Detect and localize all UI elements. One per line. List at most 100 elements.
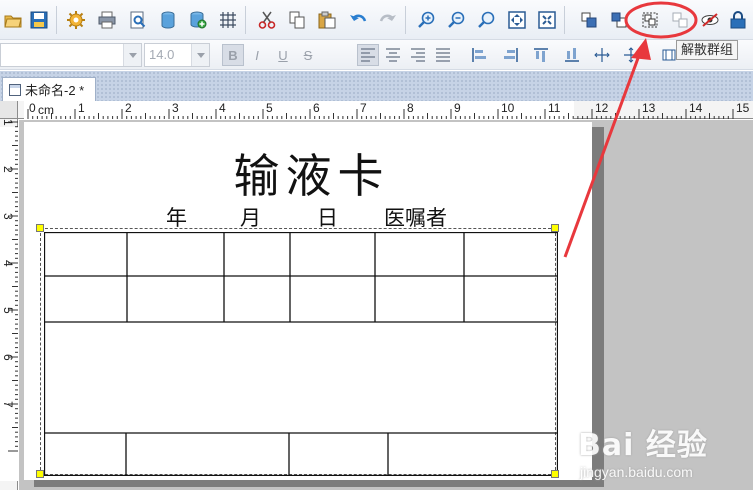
- distribute-horizontal-button[interactable]: [591, 44, 613, 66]
- form-table[interactable]: [44, 232, 558, 476]
- bring-front-icon[interactable]: [578, 9, 600, 31]
- main-toolbar: [0, 0, 753, 40]
- ruler-unit-label: cm: [38, 103, 54, 117]
- lock-icon[interactable]: [727, 9, 749, 31]
- align-objects-bottom-button[interactable]: [561, 44, 583, 66]
- align-objects-right-button[interactable]: [500, 44, 522, 66]
- same-size-icon: [662, 49, 676, 61]
- ruler-label: 2: [1, 166, 15, 173]
- italic-button[interactable]: I: [246, 44, 268, 66]
- align-center-icon: [386, 48, 400, 62]
- ruler-label: 7: [360, 101, 367, 115]
- align-right-icon: [411, 48, 425, 62]
- watermark-brand: Bai 经验: [578, 428, 708, 463]
- align-left-button[interactable]: [357, 44, 379, 66]
- distribute-horizontal-icon: [594, 48, 610, 62]
- zoom-in-icon[interactable]: [416, 9, 438, 31]
- ruler-label: 7: [1, 401, 15, 408]
- vertical-ruler: 1 2 3 4 5 6 7: [0, 119, 18, 490]
- send-back-icon[interactable]: [608, 9, 630, 31]
- copy-icon[interactable]: [286, 9, 308, 31]
- vertical-ruler-ticks: 1 2 3 4 5 6 7: [1, 119, 18, 452]
- ruler-label: 8: [407, 101, 414, 115]
- ruler-label: 12: [595, 101, 609, 115]
- ruler-label: 14: [689, 101, 703, 115]
- resize-handle-top-left[interactable]: [36, 224, 44, 232]
- resize-handle-bottom-right[interactable]: [551, 470, 559, 478]
- cut-icon[interactable]: [256, 9, 278, 31]
- align-objects-left-button[interactable]: [468, 44, 490, 66]
- database-icon[interactable]: [157, 9, 179, 31]
- paste-icon[interactable]: [316, 9, 338, 31]
- ruler-label: 9: [454, 101, 461, 115]
- chevron-down-icon[interactable]: [123, 44, 141, 66]
- print-icon[interactable]: [96, 9, 118, 31]
- ruler-label: 3: [172, 101, 179, 115]
- settings-icon[interactable]: [65, 9, 87, 31]
- redo-icon[interactable]: [377, 9, 399, 31]
- label-page[interactable]: 输液卡 年 月 日 医嘱者: [24, 122, 592, 480]
- ruler-label: 5: [1, 307, 15, 314]
- align-objects-right-icon: [504, 48, 518, 62]
- watermark-site: jingyan.baidu.com: [580, 464, 693, 480]
- horizontal-ruler-ticks: 1 2 3 4 5 6 7 8 9 10 11 12 13 14 150: [27, 101, 750, 119]
- resize-handle-top-right[interactable]: [551, 224, 559, 232]
- align-right-button[interactable]: [407, 44, 429, 66]
- align-justify-icon: [436, 48, 450, 62]
- fit-page-icon[interactable]: [506, 9, 528, 31]
- hide-icon[interactable]: [699, 9, 721, 31]
- distribute-vertical-icon: [624, 47, 638, 63]
- font-size-value: 14.0: [149, 47, 175, 62]
- ruler-label: 6: [313, 101, 320, 115]
- fit-width-icon[interactable]: [536, 9, 558, 31]
- chevron-down-icon[interactable]: [191, 44, 209, 66]
- group-icon[interactable]: [639, 9, 661, 31]
- tab-title: 未命名-2 *: [25, 83, 85, 98]
- tab-document[interactable]: 未命名-2 *: [2, 77, 96, 101]
- font-size-select[interactable]: 14.0: [144, 43, 210, 67]
- ruler-label: 2: [125, 101, 132, 115]
- ruler-label: 4: [219, 101, 226, 115]
- baidu-watermark: Bai 经验 jingyan.baidu.com: [576, 420, 746, 490]
- resize-handle-bottom-left[interactable]: [36, 470, 44, 478]
- bold-button[interactable]: B: [222, 44, 244, 66]
- database-add-icon[interactable]: [187, 9, 209, 31]
- zoom-icon[interactable]: [476, 9, 498, 31]
- horizontal-ruler: 1 2 3 4 5 6 7 8 9 10 11 12 13 14 15 0 cm: [18, 101, 753, 119]
- align-objects-bottom-icon: [565, 48, 579, 62]
- distribute-vertical-button[interactable]: [620, 44, 642, 66]
- align-objects-top-button[interactable]: [530, 44, 552, 66]
- align-justify-button[interactable]: [432, 44, 454, 66]
- save-icon[interactable]: [28, 9, 50, 31]
- align-objects-top-icon: [534, 48, 548, 62]
- format-toolbar: 14.0 B I U S: [0, 40, 753, 70]
- strikethrough-button[interactable]: S: [297, 44, 319, 66]
- undo-icon[interactable]: [347, 9, 369, 31]
- ruler-label: 5: [266, 101, 273, 115]
- ruler-label: 1: [78, 101, 85, 115]
- window-icon: [9, 83, 21, 96]
- ruler-corner: [0, 101, 18, 119]
- ruler-label: 0: [29, 101, 36, 115]
- ungroup-tooltip: 解散群组: [676, 40, 739, 60]
- ruler-label: 11: [548, 101, 561, 115]
- ruler-label: 15: [736, 101, 750, 115]
- grid-icon[interactable]: [217, 9, 239, 31]
- align-center-button[interactable]: [382, 44, 404, 66]
- ruler-label: 1: [1, 119, 15, 126]
- print-preview-icon[interactable]: [127, 9, 149, 31]
- ungroup-icon[interactable]: [669, 9, 691, 31]
- ruler-label: 6: [1, 354, 15, 361]
- ruler-label: 13: [642, 101, 656, 115]
- ruler-label: 10: [501, 101, 515, 115]
- open-icon[interactable]: [2, 9, 24, 31]
- align-objects-left-icon: [472, 48, 486, 62]
- font-name-select[interactable]: [0, 43, 142, 67]
- underline-button[interactable]: U: [272, 44, 294, 66]
- document-tab-strip: 未命名-2 *: [0, 71, 753, 101]
- zoom-out-icon[interactable]: [446, 9, 468, 31]
- ruler-label: 4: [1, 260, 15, 267]
- ruler-label: 3: [1, 213, 15, 220]
- card-title[interactable]: 输液卡: [24, 140, 599, 206]
- align-left-icon: [361, 48, 375, 62]
